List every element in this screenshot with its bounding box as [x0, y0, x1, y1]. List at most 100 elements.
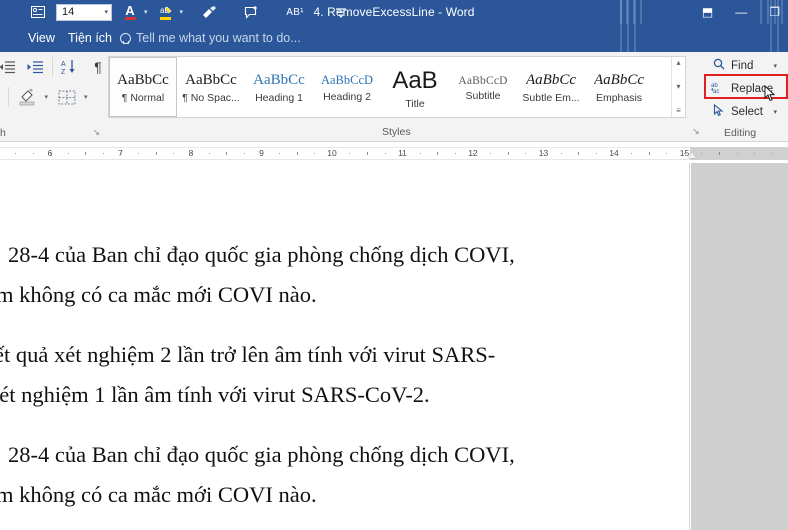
style-item-heading-2[interactable]: AaBbCcD Heading 2	[313, 57, 381, 117]
style-item-no-spacing[interactable]: AaBbCc ¶ No Spac...	[177, 57, 245, 117]
font-size-input[interactable]: 14 ▾	[56, 3, 112, 21]
scroll-down-icon[interactable]: ▾	[676, 83, 680, 91]
ruler-tick	[349, 153, 351, 154]
ruler-tick	[472, 153, 474, 154]
style-item-normal[interactable]: AaBbCc ¶ Normal	[109, 57, 177, 117]
ruler-tick	[384, 153, 386, 154]
new-comment-icon[interactable]	[241, 2, 261, 22]
format-painter-icon[interactable]	[199, 2, 219, 22]
style-item-subtitle[interactable]: AaBbCcD Subtitle	[449, 57, 517, 117]
text-box-icon[interactable]	[28, 2, 48, 22]
style-preview: AaB	[392, 66, 438, 94]
ruler-tick	[595, 153, 597, 154]
style-preview: AaBbCc	[117, 72, 169, 88]
mouse-cursor-icon	[764, 85, 776, 102]
sort-icon[interactable]: AZ	[59, 56, 81, 78]
ruler-tick	[507, 152, 509, 155]
select-button[interactable]: Select ▾	[708, 101, 784, 122]
tell-me-search[interactable]: Tell me what you want to do...	[120, 24, 301, 52]
ruler-tick	[771, 153, 773, 154]
ruler-tick	[226, 152, 228, 155]
shading-chevron-icon[interactable]: ▾	[45, 93, 49, 101]
font-color-chevron-icon[interactable]: ▾	[144, 8, 148, 16]
font-color-icon[interactable]: A	[120, 2, 140, 22]
scroll-up-icon[interactable]: ▴	[676, 59, 680, 67]
styles-dialog-launcher-icon[interactable]: ↘	[692, 126, 700, 137]
style-label: Heading 2	[323, 91, 371, 103]
style-label: ¶ No Spac...	[182, 92, 240, 104]
ruler-tick	[736, 153, 738, 154]
word-application-window: 14 ▾ A ▾ ab ▾ AB¹ 4. RemoveExcessLine - …	[0, 0, 788, 530]
ruler-tick	[120, 153, 122, 154]
highlight-chevron-icon[interactable]: ▾	[180, 8, 184, 16]
editing-group-label: Editing	[724, 127, 757, 139]
text-highlight-icon[interactable]: ab	[156, 2, 176, 22]
ribbon-display-options-icon[interactable]: ⬒	[702, 5, 713, 19]
ruler-tick	[32, 153, 34, 154]
style-item-title[interactable]: AaB Title	[381, 57, 449, 117]
document-area[interactable]: 28-4 của Ban chỉ đạo quốc gia phòng chốn…	[0, 163, 788, 530]
styles-gallery-scrollbar[interactable]: ▴ ▾ ≡	[671, 57, 685, 117]
ruler-tick	[191, 153, 192, 154]
style-label: Heading 1	[255, 92, 303, 104]
find-chevron-icon[interactable]: ▾	[773, 62, 781, 70]
ruler-tick	[719, 152, 720, 155]
borders-chevron-icon[interactable]: ▾	[84, 93, 88, 101]
styles-group-label: Styles	[382, 126, 411, 138]
ruler-margin-right	[690, 147, 788, 160]
ruler-tick	[437, 152, 439, 155]
style-preview: AaBbCcD	[458, 74, 508, 87]
style-preview: AaBbCc	[526, 72, 576, 88]
footnote-icon[interactable]: AB¹	[285, 2, 305, 22]
ruler-tick	[631, 153, 632, 154]
ruler-tick	[103, 153, 104, 154]
show-formatting-marks-icon[interactable]: ¶	[87, 56, 109, 78]
ruler-tick	[50, 153, 52, 154]
pointer-select-icon	[711, 103, 726, 120]
paragraph-group: AZ ¶ ▾ ▾ ▾ h ↘	[0, 52, 104, 142]
horizontal-ruler[interactable]: 678910111213141517	[0, 143, 788, 163]
ruler-tick	[208, 153, 210, 154]
style-item-heading-1[interactable]: AaBbCc Heading 1	[245, 57, 313, 117]
ruler-tick	[543, 153, 544, 154]
ruler-tick	[314, 153, 316, 154]
document-line: ết quả xét nghiệm 2 lần trở lên âm tính …	[0, 342, 496, 367]
style-item-emphasis[interactable]: AaBbCc Emphasis	[585, 57, 653, 117]
document-line: m không có ca mắc mới COVI nào.	[0, 282, 317, 307]
borders-icon[interactable]	[56, 86, 78, 108]
shading-icon[interactable]	[17, 86, 39, 108]
style-preview: AaBbCcD	[320, 73, 374, 87]
ruler-tick	[683, 153, 685, 154]
style-item-subtle-emphasis[interactable]: AaBbCc Subtle Em...	[517, 57, 585, 117]
style-label: Subtle Em...	[522, 92, 580, 104]
ruler-tick	[613, 153, 615, 154]
lightbulb-icon	[120, 32, 131, 44]
quick-access-toolbar: 14 ▾ A ▾ ab ▾ AB¹	[0, 0, 353, 24]
document-page[interactable]: 28-4 của Ban chỉ đạo quốc gia phòng chốn…	[0, 163, 690, 530]
find-button[interactable]: Find ▾	[708, 55, 784, 76]
styles-gallery[interactable]: AaBbCc ¶ Normal AaBbCc ¶ No Spac... AaBb…	[108, 56, 686, 118]
style-label: Title	[405, 97, 425, 110]
select-chevron-icon[interactable]: ▾	[773, 108, 781, 116]
minimize-icon[interactable]: —	[735, 5, 747, 19]
ruler-tick	[296, 152, 298, 155]
document-line: 28-4 của Ban chỉ đạo quốc gia phòng chốn…	[8, 442, 515, 467]
ruler-tick	[578, 152, 580, 155]
increase-indent-icon[interactable]	[24, 56, 46, 78]
style-label: Emphasis	[595, 92, 643, 104]
ruler-tick	[701, 153, 703, 154]
paragraph-dialog-launcher-icon[interactable]: ↘	[92, 127, 100, 138]
tab-tien-ich[interactable]: Tiện ích	[58, 24, 122, 52]
chevron-down-icon[interactable]: ▾	[104, 8, 108, 16]
svg-text:Z: Z	[61, 69, 66, 75]
more-commands-icon[interactable]	[331, 2, 351, 22]
font-size-value: 14	[62, 6, 75, 18]
styles-more-icon[interactable]: ≡	[676, 107, 681, 115]
document-background	[691, 163, 788, 530]
style-label: Subtitle	[465, 89, 501, 102]
ruler-tick	[85, 152, 87, 155]
decrease-indent-icon[interactable]	[0, 56, 18, 78]
ruler-tick	[173, 153, 175, 154]
style-preview: AaBbCc	[594, 72, 644, 88]
svg-text:A: A	[61, 61, 66, 68]
